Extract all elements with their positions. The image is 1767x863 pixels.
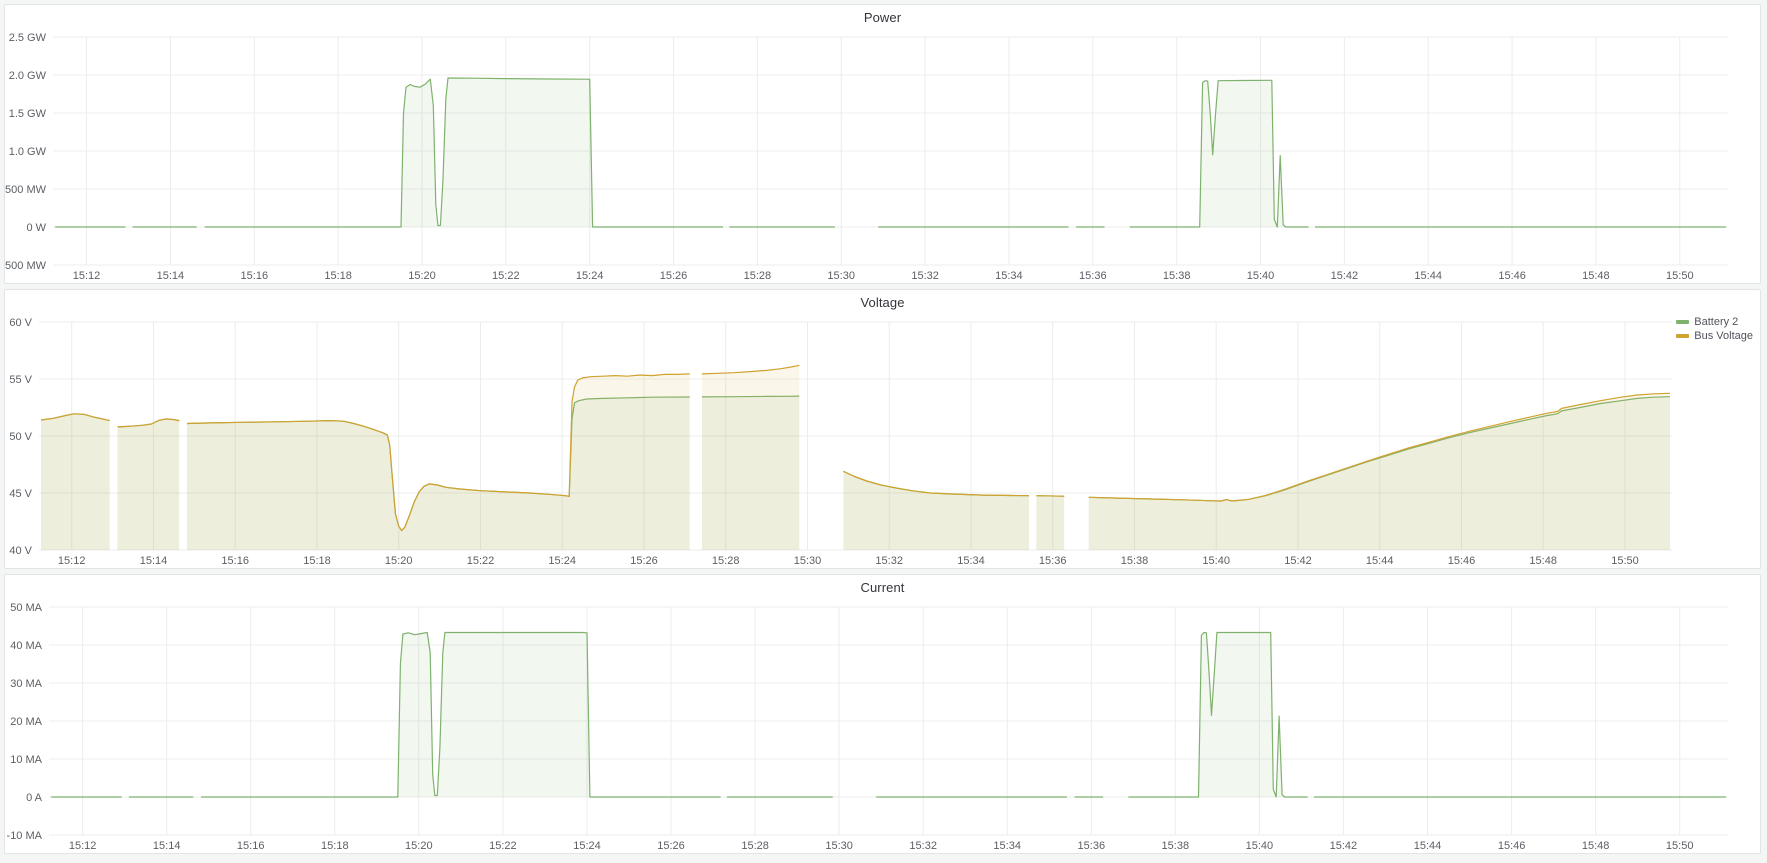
x-tick-label: 15:32 [911,270,939,282]
x-tick-label: 15:42 [1284,555,1312,567]
power-panel: Power 2.5 GW2.0 GW1.5 GW1.0 GW500 MW0 W-… [4,4,1761,284]
x-tick-label: 15:46 [1498,840,1526,852]
x-tick-label: 15:24 [548,555,576,567]
x-tick-label: 15:18 [303,555,331,567]
y-tick-label: 55 V [9,374,32,386]
x-tick-label: 15:48 [1582,840,1610,852]
voltage-chart-plot[interactable]: 60 V 55 V 50 V 45 V 40 V 15:12 15:14 15:16 15:18… [5,290,1760,568]
x-tick-label: 15:34 [957,555,985,567]
current-panel: Current 50 MA40 MA30 MA20 MA10 MA0 A-10 … [4,574,1761,854]
x-tick-label: 15:38 [1162,840,1190,852]
legend-label: Bus Voltage [1694,330,1753,342]
x-tick-label: 15:28 [741,840,769,852]
x-tick-label: 15:30 [794,555,822,567]
x-tick-label: 15:46 [1448,555,1476,567]
x-tick-label: 15:34 [993,840,1021,852]
y-tick-label: 40 V [9,545,32,557]
x-tick-label: 15:50 [1611,555,1639,567]
x-tick-label: 15:26 [630,555,658,567]
x-tick-label: 15:40 [1247,270,1275,282]
x-tick-label: 15:12 [73,270,101,282]
x-tick-label: 15:30 [827,270,855,282]
x-tick-label: 15:12 [58,555,86,567]
legend-label: Battery 2 [1694,316,1738,328]
x-tick-label: 15:16 [237,840,265,852]
x-tick-label: 15:36 [1078,840,1106,852]
x-tick-label: 15:36 [1079,270,1107,282]
x-tick-label: 15:42 [1330,840,1358,852]
x-tick-label: 15:50 [1666,840,1694,852]
x-tick-label: 15:34 [995,270,1023,282]
x-tick-label: 15:40 [1246,840,1274,852]
x-tick-label: 15:42 [1331,270,1359,282]
legend-item-battery-2[interactable]: Battery 2 [1676,316,1753,328]
voltage-panel: Voltage 60 V55 V50 V45 V40 V15:1215:1415… [4,289,1761,569]
bus-voltage-series-swatch-icon [1676,334,1689,338]
series-line [55,78,1726,227]
x-tick-label: 15:24 [573,840,601,852]
y-tick-label: 30 MA [10,678,42,690]
x-tick-label: 15:44 [1366,555,1394,567]
y-tick-label: 2.0 GW [9,70,47,82]
x-tick-label: 15:20 [385,555,413,567]
battery-2-series-swatch-icon [1676,320,1689,324]
x-tick-label: 15:36 [1039,555,1067,567]
series-area [41,365,1670,550]
series-line [51,633,1726,798]
x-tick-label: 15:32 [875,555,903,567]
x-tick-label: 15:44 [1414,840,1442,852]
x-tick-label: 15:28 [712,555,740,567]
x-tick-label: 15:32 [909,840,937,852]
x-tick-label: 15:46 [1498,270,1526,282]
series-area [55,78,1726,227]
x-tick-label: 15:26 [657,840,685,852]
series-area [51,633,1726,798]
x-tick-label: 15:16 [221,555,249,567]
y-tick-label: 45 V [9,488,32,500]
legend-item-bus-voltage[interactable]: Bus Voltage [1676,330,1753,342]
x-tick-label: 15:12 [69,840,97,852]
x-tick-label: 15:28 [744,270,772,282]
y-tick-label: 20 MA [10,716,42,728]
y-tick-label: 40 MA [10,640,42,652]
x-tick-label: 15:48 [1529,555,1557,567]
x-tick-label: 15:16 [241,270,269,282]
x-tick-label: 15:14 [157,270,185,282]
y-tick-label: 2.5 GW [9,32,47,44]
dashboard: Power 2.5 GW2.0 GW1.5 GW1.0 GW500 MW0 W-… [0,0,1767,858]
x-tick-label: 15:18 [321,840,349,852]
y-tick-label: 1.5 GW [9,108,47,120]
x-tick-label: 15:50 [1666,270,1694,282]
x-tick-label: 15:20 [408,270,436,282]
x-tick-label: 15:44 [1414,270,1442,282]
current-chart-plot[interactable]: 50 MA 40 MA 30 MA 20 MA 10 MA 0 A -10 MA 15:12 1… [5,575,1760,853]
y-tick-label: 10 MA [10,754,42,766]
y-tick-label: 0 A [26,792,43,804]
y-tick-label: -500 MW [5,260,47,272]
x-tick-label: 15:30 [825,840,853,852]
x-tick-label: 15:40 [1202,555,1230,567]
y-tick-label: 0 W [26,222,46,234]
x-tick-label: 15:14 [140,555,168,567]
y-tick-label: 50 V [9,431,32,443]
y-tick-label: -10 MA [7,830,43,842]
y-tick-label: 1.0 GW [9,146,47,158]
x-tick-label: 15:18 [324,270,352,282]
x-tick-label: 15:24 [576,270,604,282]
x-tick-label: 15:26 [660,270,688,282]
y-tick-label: 50 MA [10,602,42,614]
x-tick-label: 15:22 [492,270,520,282]
power-chart-plot[interactable]: 2.5 GW 2.0 GW 1.5 GW 1.0 GW 500 MW 0 W -500 MW… [5,5,1760,283]
voltage-legend: Battery 2 Bus Voltage [1676,316,1753,342]
x-tick-label: 15:38 [1163,270,1191,282]
x-tick-label: 15:38 [1121,555,1149,567]
y-tick-label: 60 V [9,317,32,329]
x-tick-label: 15:22 [467,555,495,567]
x-tick-label: 15:14 [153,840,181,852]
y-tick-label: 500 MW [5,184,47,196]
x-tick-label: 15:22 [489,840,517,852]
x-tick-label: 15:48 [1582,270,1610,282]
x-tick-label: 15:20 [405,840,433,852]
